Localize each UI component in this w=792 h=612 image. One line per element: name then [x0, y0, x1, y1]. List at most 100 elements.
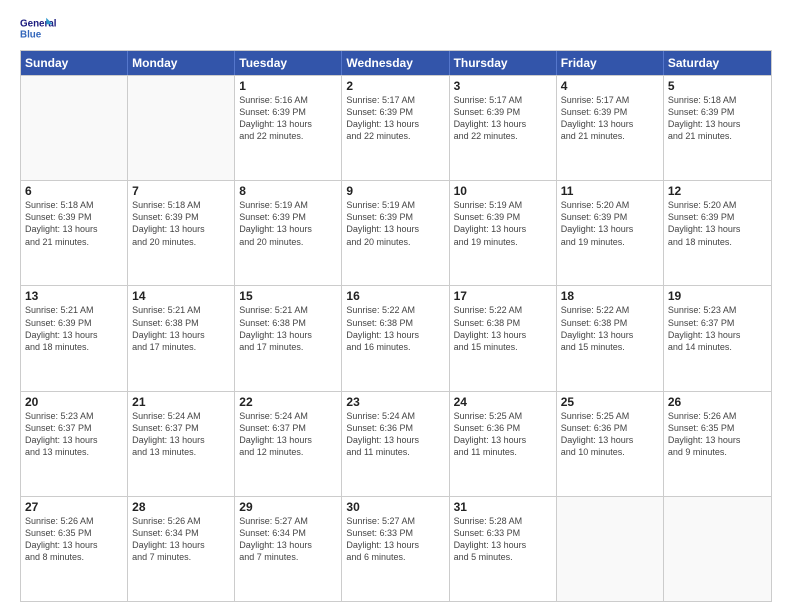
- day-number: 1: [239, 79, 337, 93]
- calendar-row-3: 13Sunrise: 5:21 AM Sunset: 6:39 PM Dayli…: [21, 285, 771, 390]
- svg-text:Blue: Blue: [20, 29, 42, 40]
- day-info: Sunrise: 5:18 AM Sunset: 6:39 PM Dayligh…: [25, 199, 123, 248]
- day-cell-22: 22Sunrise: 5:24 AM Sunset: 6:37 PM Dayli…: [235, 392, 342, 496]
- day-number: 2: [346, 79, 444, 93]
- day-number: 6: [25, 184, 123, 198]
- day-info: Sunrise: 5:22 AM Sunset: 6:38 PM Dayligh…: [454, 304, 552, 353]
- day-info: Sunrise: 5:24 AM Sunset: 6:36 PM Dayligh…: [346, 410, 444, 459]
- day-info: Sunrise: 5:20 AM Sunset: 6:39 PM Dayligh…: [561, 199, 659, 248]
- calendar-row-5: 27Sunrise: 5:26 AM Sunset: 6:35 PM Dayli…: [21, 496, 771, 601]
- empty-cell: [128, 76, 235, 180]
- day-info: Sunrise: 5:17 AM Sunset: 6:39 PM Dayligh…: [561, 94, 659, 143]
- page: GeneralBlue SundayMondayTuesdayWednesday…: [0, 0, 792, 612]
- header-cell-thursday: Thursday: [450, 51, 557, 75]
- day-number: 14: [132, 289, 230, 303]
- day-cell-14: 14Sunrise: 5:21 AM Sunset: 6:38 PM Dayli…: [128, 286, 235, 390]
- header-cell-saturday: Saturday: [664, 51, 771, 75]
- header-cell-tuesday: Tuesday: [235, 51, 342, 75]
- header-cell-friday: Friday: [557, 51, 664, 75]
- calendar: SundayMondayTuesdayWednesdayThursdayFrid…: [20, 50, 772, 602]
- day-info: Sunrise: 5:18 AM Sunset: 6:39 PM Dayligh…: [668, 94, 767, 143]
- day-number: 21: [132, 395, 230, 409]
- day-number: 20: [25, 395, 123, 409]
- day-number: 25: [561, 395, 659, 409]
- day-cell-8: 8Sunrise: 5:19 AM Sunset: 6:39 PM Daylig…: [235, 181, 342, 285]
- day-number: 29: [239, 500, 337, 514]
- day-number: 15: [239, 289, 337, 303]
- empty-cell: [664, 497, 771, 601]
- calendar-row-1: 1Sunrise: 5:16 AM Sunset: 6:39 PM Daylig…: [21, 75, 771, 180]
- day-number: 26: [668, 395, 767, 409]
- day-number: 5: [668, 79, 767, 93]
- day-number: 12: [668, 184, 767, 198]
- header-cell-sunday: Sunday: [21, 51, 128, 75]
- day-info: Sunrise: 5:22 AM Sunset: 6:38 PM Dayligh…: [561, 304, 659, 353]
- day-number: 13: [25, 289, 123, 303]
- calendar-row-4: 20Sunrise: 5:23 AM Sunset: 6:37 PM Dayli…: [21, 391, 771, 496]
- day-cell-9: 9Sunrise: 5:19 AM Sunset: 6:39 PM Daylig…: [342, 181, 449, 285]
- day-info: Sunrise: 5:19 AM Sunset: 6:39 PM Dayligh…: [454, 199, 552, 248]
- day-number: 16: [346, 289, 444, 303]
- day-cell-3: 3Sunrise: 5:17 AM Sunset: 6:39 PM Daylig…: [450, 76, 557, 180]
- day-info: Sunrise: 5:26 AM Sunset: 6:35 PM Dayligh…: [668, 410, 767, 459]
- day-number: 10: [454, 184, 552, 198]
- day-cell-21: 21Sunrise: 5:24 AM Sunset: 6:37 PM Dayli…: [128, 392, 235, 496]
- day-info: Sunrise: 5:17 AM Sunset: 6:39 PM Dayligh…: [454, 94, 552, 143]
- day-number: 22: [239, 395, 337, 409]
- day-info: Sunrise: 5:19 AM Sunset: 6:39 PM Dayligh…: [239, 199, 337, 248]
- day-number: 7: [132, 184, 230, 198]
- day-cell-28: 28Sunrise: 5:26 AM Sunset: 6:34 PM Dayli…: [128, 497, 235, 601]
- day-cell-6: 6Sunrise: 5:18 AM Sunset: 6:39 PM Daylig…: [21, 181, 128, 285]
- day-cell-24: 24Sunrise: 5:25 AM Sunset: 6:36 PM Dayli…: [450, 392, 557, 496]
- empty-cell: [557, 497, 664, 601]
- day-cell-10: 10Sunrise: 5:19 AM Sunset: 6:39 PM Dayli…: [450, 181, 557, 285]
- day-info: Sunrise: 5:25 AM Sunset: 6:36 PM Dayligh…: [454, 410, 552, 459]
- day-info: Sunrise: 5:24 AM Sunset: 6:37 PM Dayligh…: [132, 410, 230, 459]
- day-cell-17: 17Sunrise: 5:22 AM Sunset: 6:38 PM Dayli…: [450, 286, 557, 390]
- day-cell-19: 19Sunrise: 5:23 AM Sunset: 6:37 PM Dayli…: [664, 286, 771, 390]
- day-cell-7: 7Sunrise: 5:18 AM Sunset: 6:39 PM Daylig…: [128, 181, 235, 285]
- day-number: 11: [561, 184, 659, 198]
- day-cell-5: 5Sunrise: 5:18 AM Sunset: 6:39 PM Daylig…: [664, 76, 771, 180]
- day-info: Sunrise: 5:21 AM Sunset: 6:38 PM Dayligh…: [132, 304, 230, 353]
- day-cell-15: 15Sunrise: 5:21 AM Sunset: 6:38 PM Dayli…: [235, 286, 342, 390]
- day-cell-1: 1Sunrise: 5:16 AM Sunset: 6:39 PM Daylig…: [235, 76, 342, 180]
- day-cell-27: 27Sunrise: 5:26 AM Sunset: 6:35 PM Dayli…: [21, 497, 128, 601]
- day-info: Sunrise: 5:16 AM Sunset: 6:39 PM Dayligh…: [239, 94, 337, 143]
- day-info: Sunrise: 5:26 AM Sunset: 6:34 PM Dayligh…: [132, 515, 230, 564]
- day-info: Sunrise: 5:22 AM Sunset: 6:38 PM Dayligh…: [346, 304, 444, 353]
- day-number: 9: [346, 184, 444, 198]
- day-info: Sunrise: 5:21 AM Sunset: 6:39 PM Dayligh…: [25, 304, 123, 353]
- day-number: 19: [668, 289, 767, 303]
- day-number: 28: [132, 500, 230, 514]
- day-info: Sunrise: 5:28 AM Sunset: 6:33 PM Dayligh…: [454, 515, 552, 564]
- day-info: Sunrise: 5:26 AM Sunset: 6:35 PM Dayligh…: [25, 515, 123, 564]
- day-cell-29: 29Sunrise: 5:27 AM Sunset: 6:34 PM Dayli…: [235, 497, 342, 601]
- day-info: Sunrise: 5:20 AM Sunset: 6:39 PM Dayligh…: [668, 199, 767, 248]
- day-number: 8: [239, 184, 337, 198]
- day-cell-30: 30Sunrise: 5:27 AM Sunset: 6:33 PM Dayli…: [342, 497, 449, 601]
- header-cell-wednesday: Wednesday: [342, 51, 449, 75]
- header-cell-monday: Monday: [128, 51, 235, 75]
- day-number: 17: [454, 289, 552, 303]
- day-number: 23: [346, 395, 444, 409]
- day-number: 4: [561, 79, 659, 93]
- day-info: Sunrise: 5:27 AM Sunset: 6:34 PM Dayligh…: [239, 515, 337, 564]
- day-cell-16: 16Sunrise: 5:22 AM Sunset: 6:38 PM Dayli…: [342, 286, 449, 390]
- calendar-body: 1Sunrise: 5:16 AM Sunset: 6:39 PM Daylig…: [21, 75, 771, 601]
- day-info: Sunrise: 5:17 AM Sunset: 6:39 PM Dayligh…: [346, 94, 444, 143]
- day-cell-4: 4Sunrise: 5:17 AM Sunset: 6:39 PM Daylig…: [557, 76, 664, 180]
- empty-cell: [21, 76, 128, 180]
- day-info: Sunrise: 5:23 AM Sunset: 6:37 PM Dayligh…: [668, 304, 767, 353]
- day-info: Sunrise: 5:24 AM Sunset: 6:37 PM Dayligh…: [239, 410, 337, 459]
- day-info: Sunrise: 5:23 AM Sunset: 6:37 PM Dayligh…: [25, 410, 123, 459]
- header: GeneralBlue: [20, 16, 772, 44]
- day-number: 3: [454, 79, 552, 93]
- day-cell-23: 23Sunrise: 5:24 AM Sunset: 6:36 PM Dayli…: [342, 392, 449, 496]
- day-number: 27: [25, 500, 123, 514]
- day-number: 31: [454, 500, 552, 514]
- day-number: 18: [561, 289, 659, 303]
- day-cell-2: 2Sunrise: 5:17 AM Sunset: 6:39 PM Daylig…: [342, 76, 449, 180]
- day-cell-18: 18Sunrise: 5:22 AM Sunset: 6:38 PM Dayli…: [557, 286, 664, 390]
- day-info: Sunrise: 5:18 AM Sunset: 6:39 PM Dayligh…: [132, 199, 230, 248]
